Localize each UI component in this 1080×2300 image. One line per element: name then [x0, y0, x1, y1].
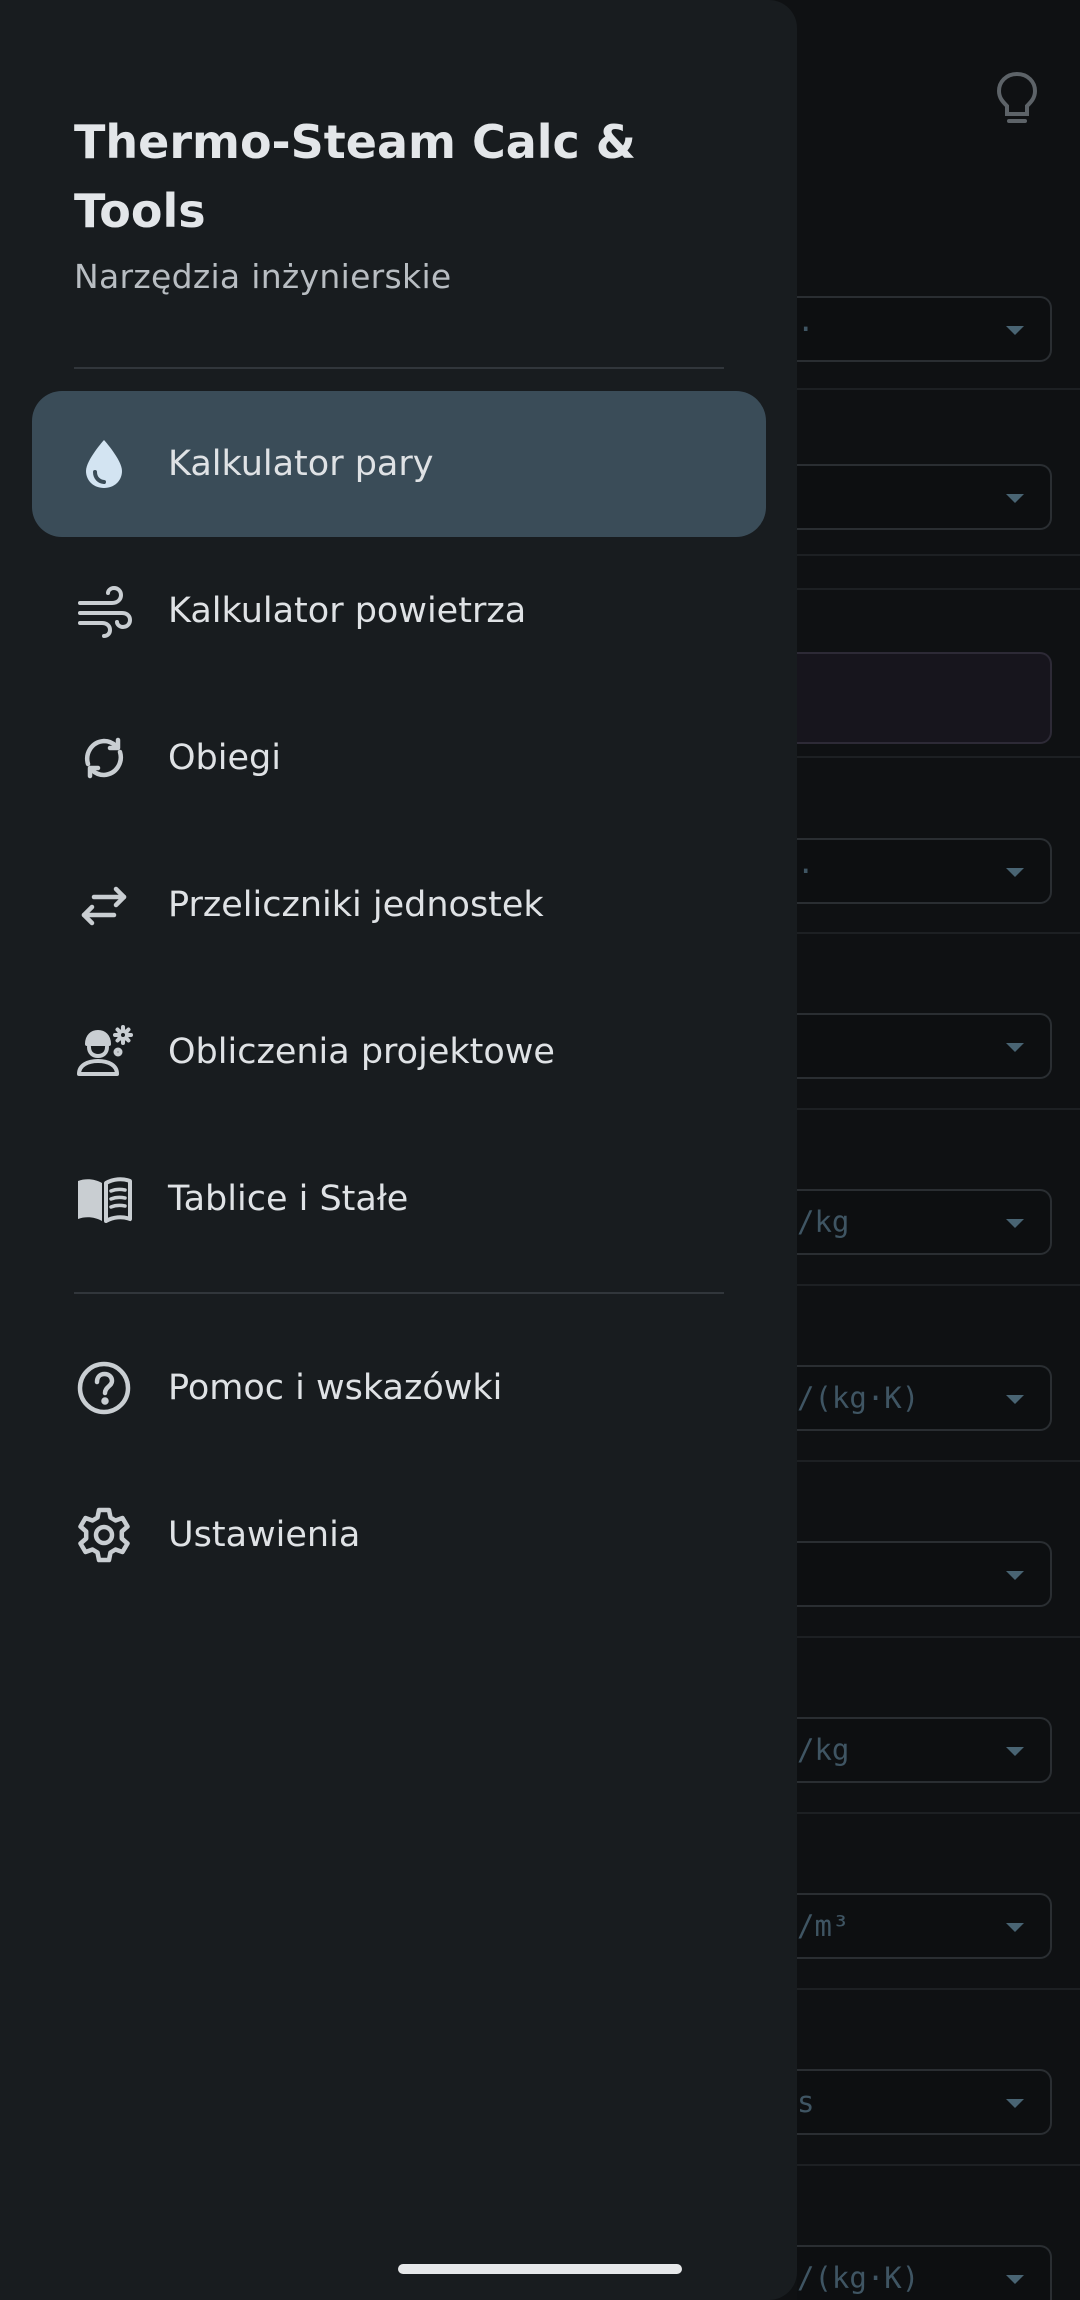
unit-dropdown[interactable]	[797, 464, 1052, 530]
row-divider	[797, 1988, 1080, 1990]
caret-down-icon	[1006, 2099, 1024, 2108]
screen: · · /kg /(kg·K) /kg /m³ s /(kg·K) Thermo…	[0, 0, 1080, 2300]
row-divider	[797, 2164, 1080, 2166]
row-divider	[797, 1284, 1080, 1286]
row-divider	[797, 1636, 1080, 1638]
nav-item-design-calculations[interactable]: Obliczenia projektowe	[32, 979, 766, 1125]
unit-dropdown[interactable]: /kg	[797, 1717, 1052, 1783]
nav-item-label: Kalkulator pary	[168, 444, 434, 484]
unit-dropdown[interactable]: /(kg·K)	[797, 2245, 1052, 2300]
caret-down-icon	[1006, 494, 1024, 503]
air-icon	[74, 581, 134, 641]
row-divider	[797, 1460, 1080, 1462]
row-divider	[797, 388, 1080, 390]
nav-item-label: Tablice i Stałe	[168, 1179, 409, 1219]
input-field[interactable]	[797, 652, 1052, 744]
swap-arrows-icon	[74, 875, 134, 935]
help-circle-icon	[74, 1358, 134, 1418]
unit-dropdown[interactable]: ·	[797, 296, 1052, 362]
caret-down-icon	[1006, 1395, 1024, 1404]
caret-down-icon	[1006, 1747, 1024, 1756]
caret-down-icon	[1006, 868, 1024, 877]
caret-down-icon	[1006, 1571, 1024, 1580]
caret-down-icon	[1006, 1219, 1024, 1228]
unit-dropdown[interactable]: /m³	[797, 1893, 1052, 1959]
home-indicator[interactable]	[398, 2264, 682, 2274]
unit-dropdown[interactable]: /(kg·K)	[797, 1365, 1052, 1431]
nav-item-steam-calculator[interactable]: Kalkulator pary	[32, 391, 766, 537]
nav-item-air-calculator[interactable]: Kalkulator powietrza	[32, 538, 766, 684]
nav-item-label: Kalkulator powietrza	[168, 591, 527, 631]
divider	[74, 1292, 724, 1294]
nav-item-cycles[interactable]: Obiegi	[32, 685, 766, 831]
row-divider	[797, 756, 1080, 758]
caret-down-icon	[1006, 1923, 1024, 1932]
nav-item-label: Ustawienia	[168, 1515, 361, 1555]
row-divider	[797, 1812, 1080, 1814]
engineer-icon	[74, 1022, 134, 1082]
caret-down-icon	[1006, 2275, 1024, 2284]
nav-item-label: Obiegi	[168, 738, 281, 778]
nav-item-tables-constants[interactable]: Tablice i Stałe	[32, 1126, 766, 1272]
row-divider	[797, 932, 1080, 934]
unit-dropdown[interactable]: s	[797, 2069, 1052, 2135]
cycle-icon	[74, 728, 134, 788]
gear-icon	[74, 1505, 134, 1565]
nav-item-label: Pomoc i wskazówki	[168, 1368, 503, 1408]
caret-down-icon	[1006, 1043, 1024, 1052]
row-divider	[797, 554, 1080, 556]
lightbulb-icon[interactable]	[992, 70, 1042, 130]
nav-item-help[interactable]: Pomoc i wskazówki	[32, 1315, 766, 1461]
row-divider	[797, 588, 1080, 590]
unit-dropdown[interactable]: /kg	[797, 1189, 1052, 1255]
navigation-drawer: Thermo-Steam Calc & Tools Narzędzia inży…	[0, 0, 797, 2300]
unit-dropdown[interactable]: ·	[797, 838, 1052, 904]
nav-item-unit-converters[interactable]: Przeliczniki jednostek	[32, 832, 766, 978]
open-book-icon	[74, 1169, 134, 1229]
divider	[74, 367, 724, 369]
nav-item-settings[interactable]: Ustawienia	[32, 1462, 766, 1608]
nav-item-label: Przeliczniki jednostek	[168, 885, 544, 925]
nav-item-label: Obliczenia projektowe	[168, 1032, 555, 1072]
unit-dropdown[interactable]	[797, 1541, 1052, 1607]
water-drop-icon	[74, 434, 134, 494]
unit-dropdown[interactable]	[797, 1013, 1052, 1079]
row-divider	[797, 1108, 1080, 1110]
app-title: Thermo-Steam Calc & Tools	[74, 115, 636, 238]
app-subtitle: Narzędzia inżynierskie	[74, 257, 452, 296]
caret-down-icon	[1006, 326, 1024, 335]
